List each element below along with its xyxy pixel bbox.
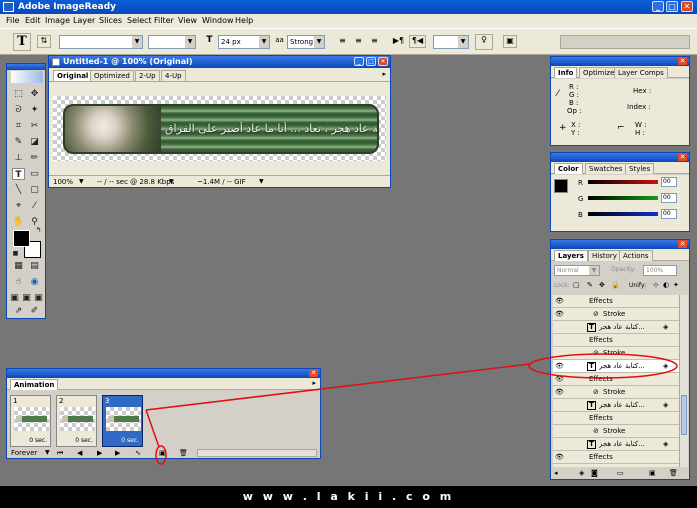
annotation-line-1	[145, 363, 531, 411]
annotation-ellipse-layer	[528, 353, 678, 379]
annotation-overlay	[145, 353, 678, 465]
annotation-ellipse-button	[155, 445, 167, 465]
footer-watermark: w w w . l a k i i . c o m	[0, 486, 697, 508]
annotation-line-2	[145, 409, 160, 448]
